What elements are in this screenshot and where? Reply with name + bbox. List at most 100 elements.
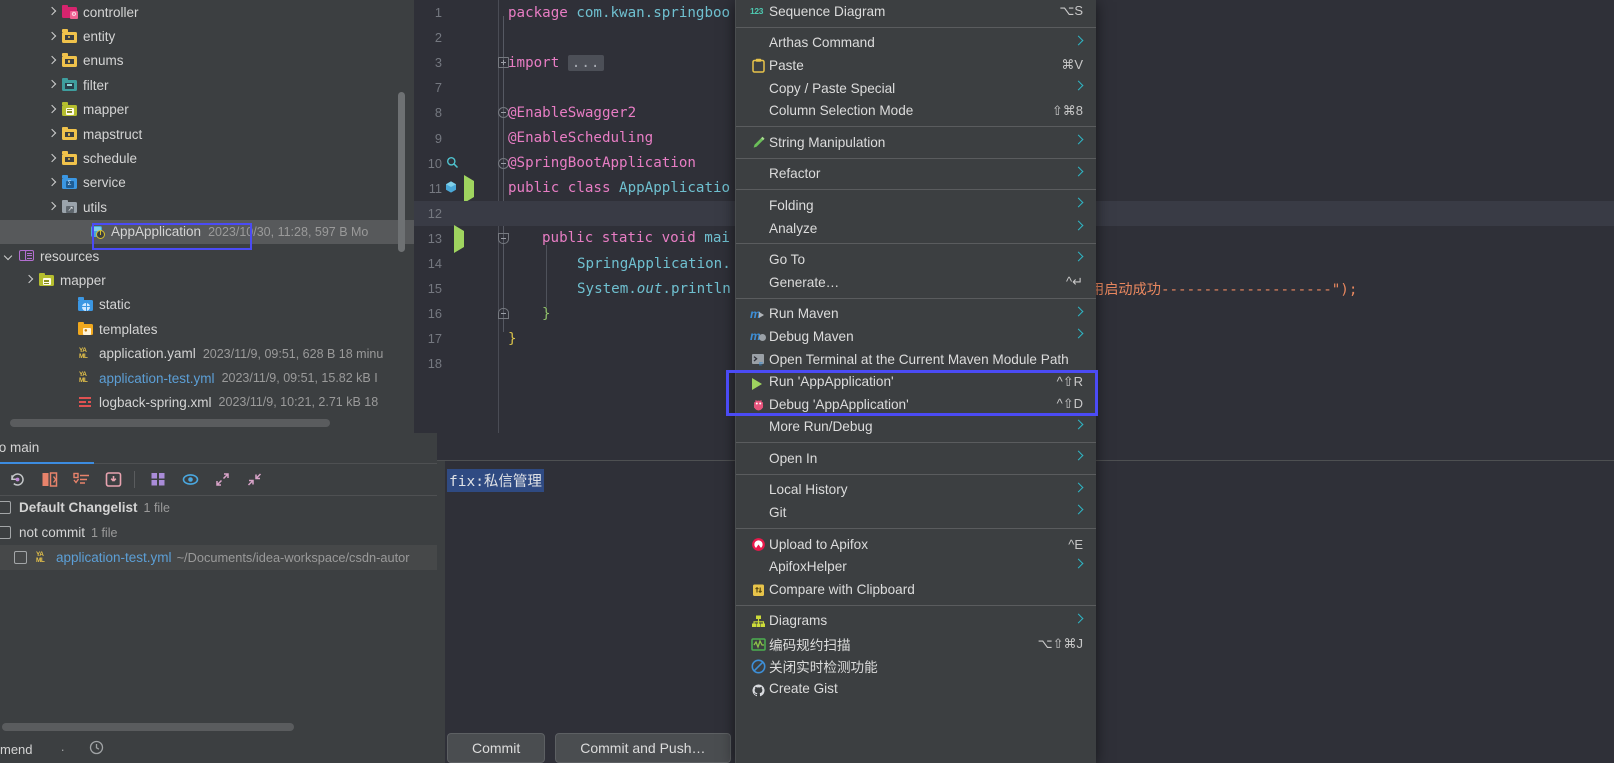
tree-item-application-yaml[interactable]: YA ML application.yaml 2023/11/9, 09:51, 62… (0, 341, 414, 365)
collapse-all-icon[interactable] (240, 466, 269, 492)
tree-item-application-test-yml[interactable]: YA ML application-test.yml 2023/11/9, 09:51… (0, 366, 414, 390)
commit-toolbar[interactable] (0, 463, 437, 496)
tree-item-schedule[interactable]: schedule (0, 146, 414, 170)
menu-item-open-in[interactable]: Open In (736, 447, 1096, 470)
menu-item-copy-paste-special[interactable]: Copy / Paste Special (736, 77, 1096, 100)
menu-item-refactor[interactable]: Refactor (736, 163, 1096, 186)
commit-horizontal-scrollbar[interactable] (2, 723, 294, 731)
commit-and-push-button[interactable]: Commit and Push… (555, 733, 731, 763)
tree-item-mapper[interactable]: mapper (0, 98, 414, 122)
tree-vertical-scrollbar[interactable] (398, 92, 405, 252)
changed-file-row[interactable]: YA ML application-test.yml ~/Documents/idea… (0, 545, 437, 570)
commit-tab-bar[interactable]: mmit to main (0, 433, 437, 464)
changelist-row[interactable]: Default Changelist 1 file (0, 495, 437, 520)
line-number: 10 (427, 155, 442, 171)
tree-item-appapplication[interactable]: AppApplication 2023/10/30, 11:28, 597 B M… (0, 219, 414, 244)
search-gutter-icon[interactable] (446, 156, 462, 172)
changelist-row[interactable]: not commit 1 file (0, 520, 437, 545)
menu-item-more-run-debug[interactable]: More Run/Debug (736, 416, 1096, 439)
commit-message-input[interactable]: fix:私信管理 (447, 469, 544, 492)
commit-tab-label[interactable]: mmit to main (0, 440, 39, 455)
menu-item-folding[interactable]: Folding (736, 194, 1096, 217)
amend-row[interactable]: mend · (0, 737, 104, 761)
run-gutter-icon[interactable] (464, 174, 480, 203)
menu-item-analyze[interactable]: Analyze (736, 217, 1096, 240)
tree-item-entity[interactable]: entity (0, 24, 414, 48)
menu-item-diagrams[interactable]: Diagrams (736, 610, 1096, 633)
changelist-checkbox[interactable] (0, 501, 11, 514)
tree-expand-arrow[interactable] (46, 176, 59, 189)
menu-item-debug-maven[interactable]: m Debug Maven (736, 325, 1096, 348)
tree-expand-arrow[interactable] (46, 30, 59, 43)
spring-bean-icon[interactable] (444, 180, 460, 196)
tree-item-mapstruct[interactable]: mapstruct (0, 122, 414, 146)
amend-clock-icon[interactable] (89, 740, 104, 758)
tree-expand-arrow[interactable] (46, 201, 59, 214)
tree-expand-arrow[interactable] (46, 6, 59, 19)
tree-item-logback-spring-xml[interactable]: logback-spring.xml 2023/11/9, 10:21, 2.71… (0, 390, 414, 414)
menu-item-paste[interactable]: Paste ⌘V (736, 54, 1096, 77)
project-tree-panel[interactable]: ⚙ controller entity enums filter mapper mapstr… (0, 0, 414, 433)
menu-item-debug-appapplication[interactable]: Debug 'AppApplication' ^⇧D (736, 393, 1096, 416)
tree-item-controller[interactable]: ⚙ controller (0, 0, 414, 24)
editor-context-menu[interactable]: 123 Sequence Diagram ⌥S Arthas Command Paste… (735, 0, 1096, 763)
tree-horizontal-scrollbar[interactable] (10, 419, 330, 427)
menu-item-shortcut: ⌥S (1059, 3, 1083, 19)
tree-item-service[interactable]: Σservice (0, 171, 414, 195)
menu-item-run-appapplication[interactable]: Run 'AppApplication' ^⇧R (736, 370, 1096, 393)
folder-static (78, 297, 94, 313)
menu-item-local-history[interactable]: Local History (736, 479, 1096, 502)
chevron-right-icon (1073, 251, 1084, 262)
toolbar-separator (134, 470, 135, 488)
tree-item-meta: 2023/10/30, 11:28, 597 B Mo (208, 224, 369, 239)
tree-expand-arrow[interactable] (46, 103, 59, 116)
tree-item-templates[interactable]: ● templates (0, 317, 414, 341)
tree-item-static[interactable]: static (0, 293, 414, 317)
menu-item-generate[interactable]: Generate… ^↵ (736, 271, 1096, 294)
run-gutter-icon[interactable] (454, 224, 470, 253)
menu-item-arthas-command[interactable]: Arthas Command (736, 32, 1096, 55)
shelve-icon[interactable] (99, 466, 128, 492)
group-by-icon[interactable] (67, 466, 96, 492)
tree-item-resources[interactable]: resources (0, 244, 414, 268)
menu-item-column-selection-mode[interactable]: Column Selection Mode ⇧⌘8 (736, 99, 1096, 122)
tree-expand-arrow[interactable] (46, 54, 59, 67)
tree-expand-arrow[interactable] (23, 274, 36, 287)
menu-item-apifoxhelper[interactable]: ApifoxHelper (736, 555, 1096, 578)
expand-grid-icon[interactable] (144, 466, 173, 492)
expand-all-icon[interactable] (208, 466, 237, 492)
menu-item-upload-to-apifox[interactable]: Upload to Apifox ^E (736, 533, 1096, 556)
tree-expand-arrow[interactable] (46, 79, 59, 92)
fold-collapse-icon[interactable] (498, 232, 509, 244)
chevron-right-icon (1073, 613, 1084, 624)
changelist-checkbox[interactable] (0, 526, 11, 539)
java-class-icon (90, 224, 106, 240)
tree-item-mapper[interactable]: mapper (0, 268, 414, 292)
menu-item-create-gist[interactable]: Create Gist (736, 677, 1096, 700)
menu-item-run-maven[interactable]: m Run Maven (736, 303, 1096, 326)
tree-expand-arrow[interactable] (3, 250, 16, 263)
fold-collapse-icon[interactable] (498, 308, 509, 320)
preview-eye-icon[interactable] (176, 466, 205, 492)
show-diff-icon[interactable] (35, 466, 64, 492)
menu-item-string-manipulation[interactable]: String Manipulation (736, 131, 1096, 154)
chevron-right-icon (1073, 328, 1084, 339)
changed-file-path: ~/Documents/idea-workspace/csdn-autor (176, 550, 410, 565)
tree-item-filter[interactable]: filter (0, 73, 414, 97)
menu-item-compare-with-clipboard[interactable]: Compare with Clipboard (736, 578, 1096, 601)
menu-item-[interactable]: 关闭实时检测功能 (736, 655, 1096, 678)
tree-item-enums[interactable]: enums (0, 49, 414, 73)
tree-expand-arrow[interactable] (46, 128, 59, 141)
tree-item-utils[interactable]: ↗ utils (0, 195, 414, 219)
menu-item-sequence-diagram[interactable]: 123 Sequence Diagram ⌥S (736, 0, 1096, 23)
changelist-tree[interactable]: Default Changelist 1 file not commit 1 file… (0, 495, 437, 570)
menu-item-open-terminal-at-the-current-maven-module-path[interactable]: m Open Terminal at the Current Maven Modu… (736, 348, 1096, 371)
revert-icon[interactable] (3, 466, 32, 492)
idea-window: ⚙ controller entity enums filter mapper mapstr… (0, 0, 1614, 763)
tree-expand-arrow[interactable] (46, 152, 59, 165)
menu-item-go-to[interactable]: Go To (736, 248, 1096, 271)
menu-item-[interactable]: 编码规约扫描 ⌥⇧⌘J (736, 632, 1096, 655)
menu-item-git[interactable]: Git (736, 501, 1096, 524)
commit-button[interactable]: Commit (447, 733, 546, 763)
file-checkbox[interactable] (14, 551, 27, 564)
